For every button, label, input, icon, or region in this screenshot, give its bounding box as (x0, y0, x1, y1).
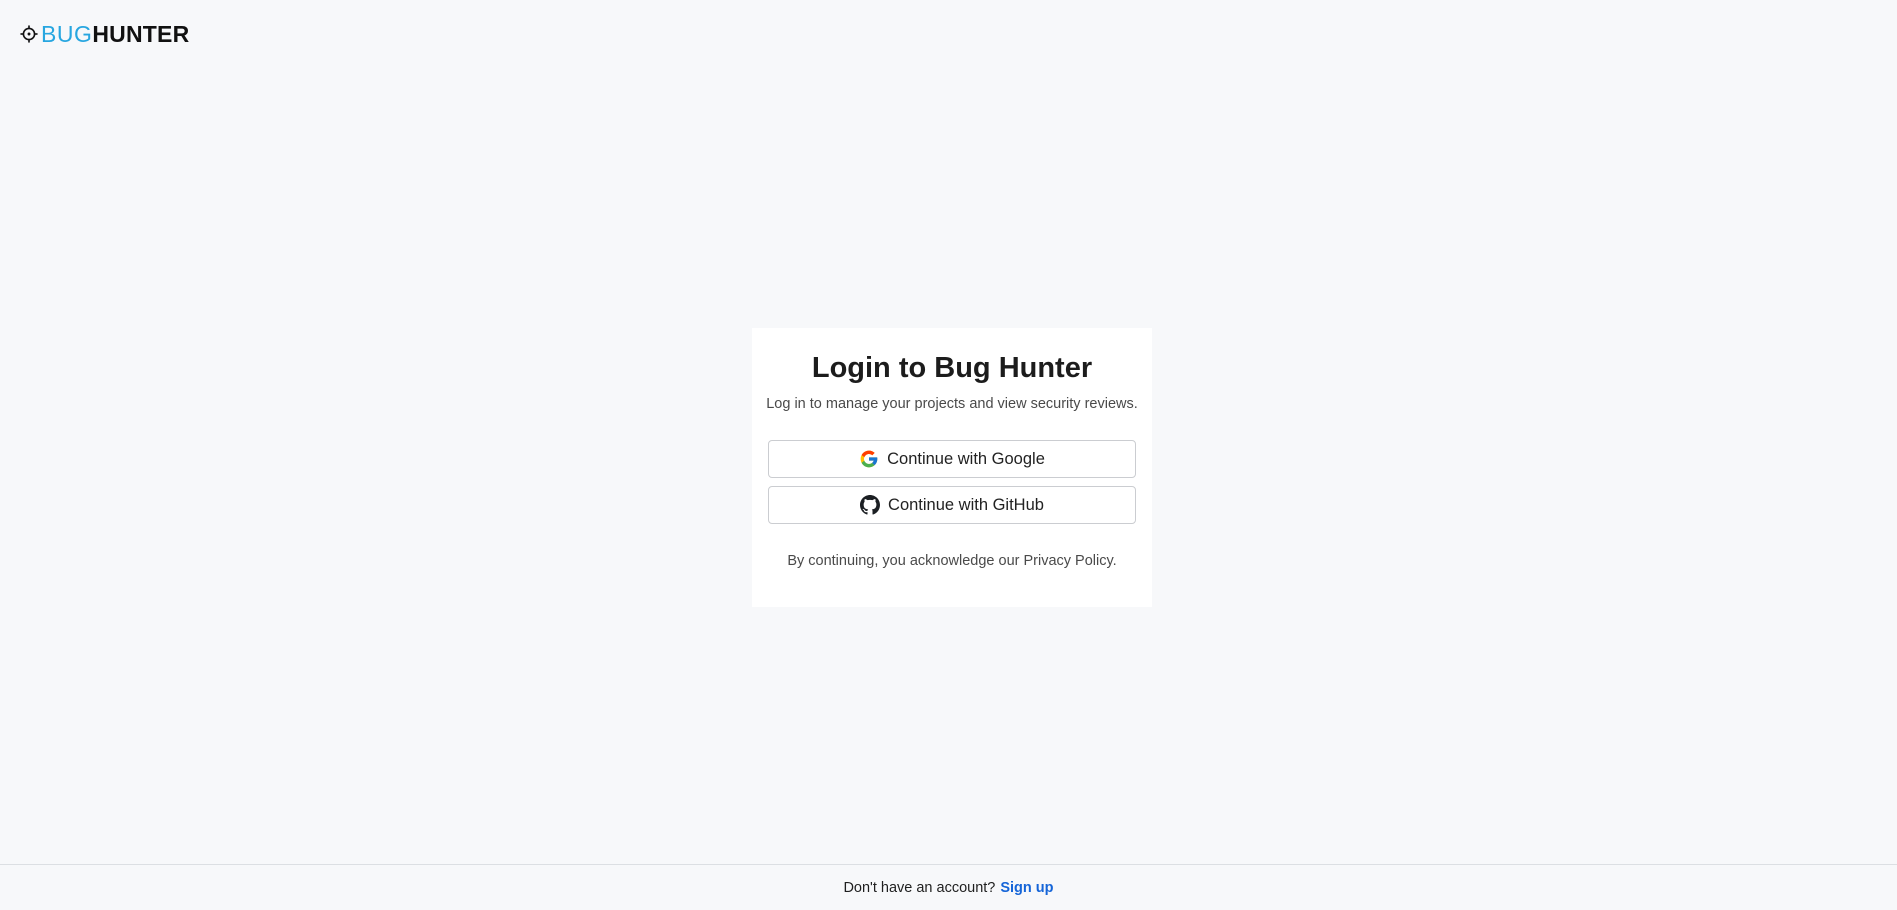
logo-text-bug: BUG (41, 21, 93, 47)
continue-with-github-button[interactable]: Continue with GitHub (768, 486, 1136, 524)
login-subtitle: Log in to manage your projects and view … (766, 396, 1138, 412)
login-page: BUG HUNTER Login to Bug Hunter Log in to… (0, 0, 1897, 910)
google-icon (860, 450, 878, 468)
continue-with-google-button[interactable]: Continue with Google (768, 440, 1136, 478)
google-button-label: Continue with Google (887, 449, 1045, 468)
github-icon (860, 495, 881, 515)
bug-hunter-logo[interactable]: BUG HUNTER (20, 22, 189, 46)
privacy-note: By continuing, you acknowledge our Priva… (787, 553, 1117, 569)
login-title: Login to Bug Hunter (811, 352, 1093, 384)
github-button-label: Continue with GitHub (888, 495, 1044, 514)
signup-link[interactable]: Sign up (1000, 880, 1053, 896)
signup-prompt: Don't have an account? (843, 879, 996, 896)
crosshair-icon (20, 25, 38, 43)
signup-footer: Don't have an account? Sign up (0, 864, 1897, 910)
login-card: Login to Bug Hunter Log in to manage you… (752, 328, 1152, 607)
logo-text-hunter: HUNTER (92, 21, 190, 47)
